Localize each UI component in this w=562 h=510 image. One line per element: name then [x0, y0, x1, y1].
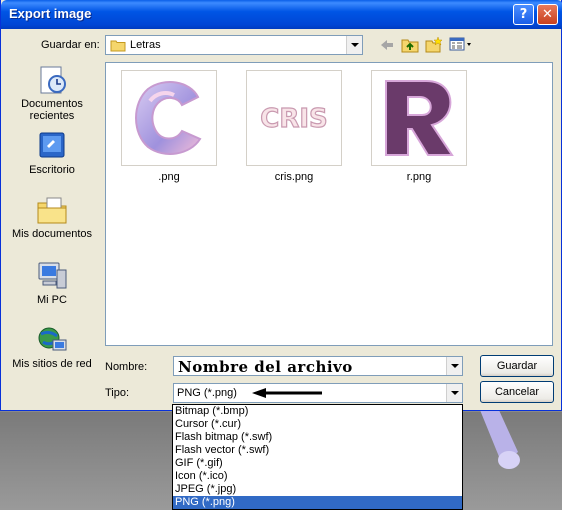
- type-label: Tipo:: [105, 387, 130, 399]
- place-network[interactable]: Mis sitios de red: [5, 324, 99, 370]
- cris-text-preview: CRIS: [260, 103, 329, 134]
- place-recent-documents[interactable]: Documentos recientes: [5, 64, 99, 122]
- type-option-selected[interactable]: PNG (*.png): [173, 496, 462, 509]
- my-documents-icon: [37, 197, 67, 224]
- cancel-button[interactable]: Cancelar: [480, 381, 554, 403]
- filename-label: Nombre:: [105, 361, 148, 373]
- filename-input[interactable]: Nombre del archivo: [178, 357, 353, 377]
- filename-combo[interactable]: Nombre del archivo: [173, 356, 463, 376]
- type-option[interactable]: Bitmap (*.bmp): [173, 405, 462, 418]
- look-in-dropdown-button[interactable]: [346, 36, 362, 54]
- type-dropdown-button[interactable]: [446, 384, 462, 402]
- type-option[interactable]: Flash vector (*.swf): [173, 444, 462, 457]
- look-in-combo[interactable]: Letras: [105, 35, 363, 55]
- background-3d-shape: [480, 408, 520, 469]
- save-button[interactable]: Guardar: [480, 355, 554, 377]
- cris-preview-text: CRIS: [260, 104, 328, 134]
- views-icon[interactable]: [449, 37, 473, 52]
- place-label: Mis documentos: [11, 228, 93, 240]
- back-icon[interactable]: [379, 38, 395, 52]
- file-list[interactable]: .png CRIS cris.png r.png: [105, 62, 553, 346]
- places-bar: Documentos recientes Escritorio Mis docu…: [5, 60, 99, 380]
- type-option[interactable]: Icon (*.ico): [173, 470, 462, 483]
- type-combo[interactable]: PNG (*.png): [173, 383, 463, 403]
- my-computer-icon: [38, 262, 67, 289]
- recent-documents-icon: [40, 66, 66, 94]
- type-value: PNG (*.png): [177, 387, 237, 399]
- letter-c-preview: [135, 81, 202, 155]
- file-thumbnail[interactable]: [121, 70, 217, 166]
- up-folder-icon[interactable]: [401, 37, 419, 53]
- arrow-annotation-icon: [252, 388, 322, 398]
- letter-r-preview: [385, 80, 454, 156]
- look-in-label: Guardar en:: [41, 39, 100, 51]
- close-button[interactable]: ✕: [537, 4, 558, 25]
- folder-icon: [110, 40, 126, 52]
- place-label: Mis sitios de red: [12, 358, 92, 370]
- new-folder-icon[interactable]: [425, 36, 443, 53]
- file-thumbnail[interactable]: [371, 70, 467, 166]
- file-name[interactable]: .png: [121, 171, 217, 183]
- close-icon: ✕: [542, 7, 553, 22]
- place-my-documents[interactable]: Mis documentos: [5, 194, 99, 240]
- window-title: Export image: [9, 6, 92, 21]
- filename-dropdown-button[interactable]: [446, 357, 462, 375]
- type-dropdown-list[interactable]: Bitmap (*.bmp) Cursor (*.cur) Flash bitm…: [172, 404, 463, 510]
- type-option[interactable]: Cursor (*.cur): [173, 418, 462, 431]
- place-label: Documentos recientes: [21, 98, 83, 122]
- file-name[interactable]: r.png: [371, 171, 467, 183]
- place-desktop[interactable]: Escritorio: [5, 130, 99, 176]
- help-button[interactable]: ?: [513, 4, 534, 25]
- export-dialog: Export image ? ✕ Guardar en: Letras Docu…: [0, 0, 562, 411]
- network-places-icon: [38, 327, 67, 351]
- title-bar: Export image ? ✕: [1, 0, 562, 29]
- help-icon: ?: [519, 7, 528, 22]
- place-my-computer[interactable]: Mi PC: [5, 260, 99, 306]
- place-label: Mi PC: [37, 294, 67, 306]
- type-option[interactable]: GIF (*.gif): [173, 457, 462, 470]
- file-thumbnail[interactable]: CRIS: [246, 70, 342, 166]
- type-option[interactable]: JPEG (*.jpg): [173, 483, 462, 496]
- place-label: Escritorio: [29, 164, 75, 176]
- look-in-value: Letras: [130, 39, 161, 51]
- desktop-icon: [39, 132, 65, 158]
- type-option[interactable]: Flash bitmap (*.swf): [173, 431, 462, 444]
- file-name[interactable]: cris.png: [246, 171, 342, 183]
